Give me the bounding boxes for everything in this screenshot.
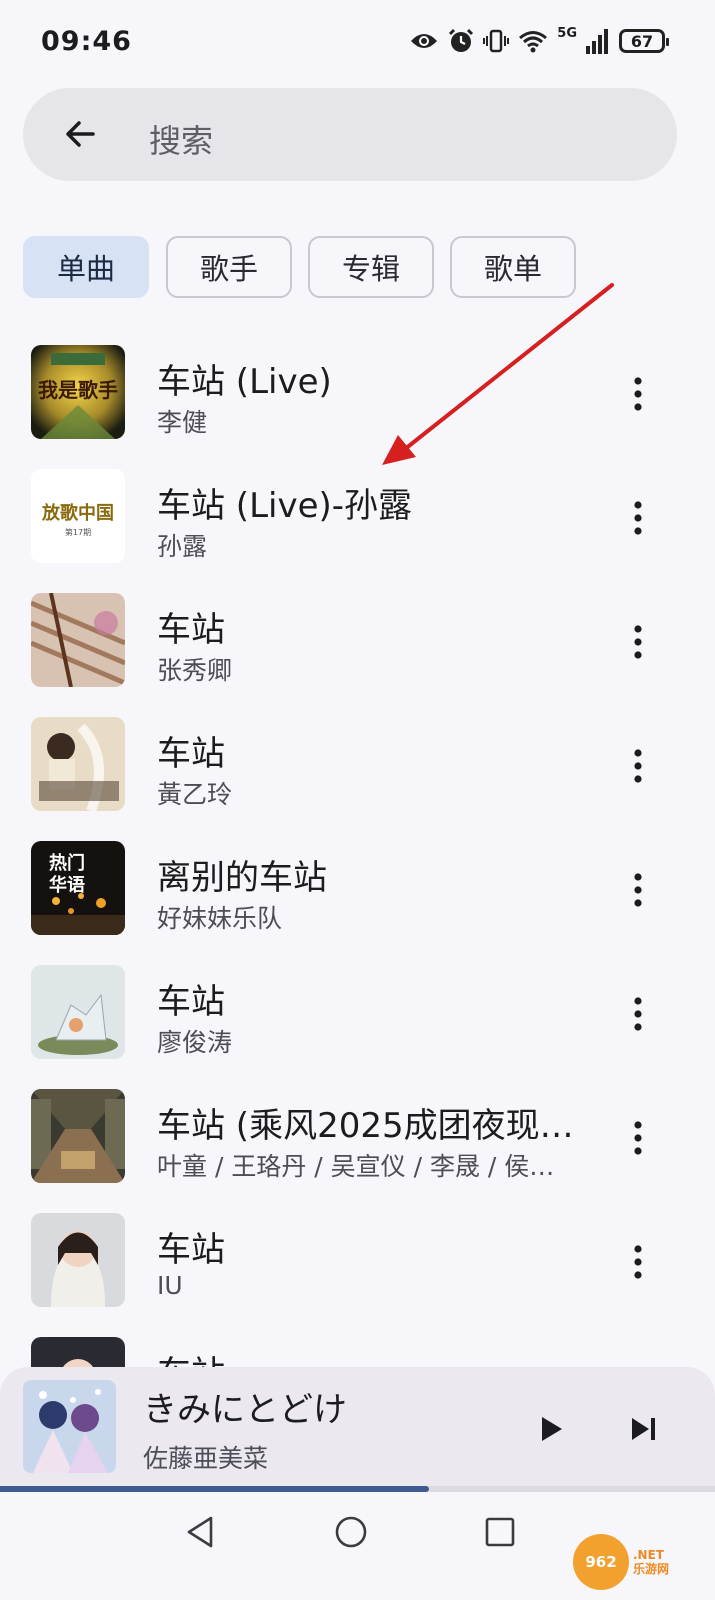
- cover-text: 热门: [49, 852, 85, 874]
- song-title: 车站: [157, 1230, 225, 1270]
- song-row[interactable]: 车站 廖俊涛: [0, 950, 715, 1074]
- song-row[interactable]: 放歌中国 第17期 车站 (Live)-孙露 孙露: [0, 454, 715, 578]
- cover-text-2: 华语: [49, 874, 85, 896]
- song-artist: IU: [157, 1271, 183, 1300]
- signal-icon: [586, 29, 608, 54]
- nav-recents-icon[interactable]: [482, 1514, 518, 1550]
- more-options-icon[interactable]: [625, 374, 651, 414]
- song-title: 车站 (Live): [157, 362, 332, 402]
- album-cover: 热门 华语: [31, 841, 125, 935]
- status-icons: 5G 67: [409, 25, 669, 56]
- song-artist: 张秀卿: [157, 656, 233, 685]
- song-title: 车站 (Live)-孙露: [157, 486, 413, 526]
- eye-icon: [411, 34, 438, 48]
- filter-chip-playlists[interactable]: 歌单: [450, 236, 576, 298]
- album-cover: 我是歌手: [31, 345, 125, 439]
- status-bar: 09:46 5G 67: [0, 0, 715, 80]
- watermark-badge: 962: [573, 1534, 629, 1590]
- filter-chip-songs[interactable]: 单曲: [23, 236, 149, 298]
- watermark-text-group: .NET 乐游网: [633, 1548, 669, 1576]
- network-label: 5G: [557, 25, 577, 41]
- song-title: 车站: [157, 734, 225, 774]
- song-row[interactable]: 车站 IU: [0, 1198, 715, 1322]
- song-artist: 黃乙玲: [157, 780, 233, 809]
- more-options-icon[interactable]: [625, 1118, 651, 1158]
- system-nav-bar: 962 .NET 乐游网: [0, 1492, 715, 1600]
- watermark-sub: 乐游网: [633, 1562, 670, 1576]
- song-artist: 好妹妹乐队: [157, 904, 283, 933]
- cover-text: 放歌中国: [41, 502, 114, 524]
- more-options-icon[interactable]: [625, 870, 651, 910]
- status-time: 09:46: [41, 26, 132, 57]
- cover-subtext: 第17期: [65, 527, 91, 537]
- song-row[interactable]: 车站: [0, 1322, 715, 1367]
- song-row[interactable]: 热门 华语 离别的车站 好妹妹乐队: [0, 826, 715, 950]
- album-cover: 放歌中国 第17期: [31, 469, 125, 563]
- back-arrow-icon[interactable]: [59, 112, 103, 156]
- song-list: 我是歌手 车站 (Live) 李健 放歌中国 第17期 车站 (Live)-孙露…: [0, 330, 715, 1367]
- song-row[interactable]: 车站 (乘风2025成团夜现… 叶童 / 王珞丹 / 吴宣仪 / 李晟 / 侯…: [0, 1074, 715, 1198]
- filter-chip-artists[interactable]: 歌手: [166, 236, 292, 298]
- nav-home-icon[interactable]: [333, 1514, 369, 1550]
- album-cover: [31, 965, 125, 1059]
- album-cover: [31, 1337, 125, 1367]
- search-input[interactable]: 搜索: [149, 116, 213, 162]
- song-artist: 叶童 / 王珞丹 / 吴宣仪 / 李晟 / 侯…: [157, 1152, 555, 1181]
- song-artist: 孙露: [157, 532, 208, 561]
- alarm-icon: [449, 28, 474, 52]
- watermark-logo: 962 .NET 乐游网: [573, 1532, 703, 1592]
- watermark-suffix: .NET: [633, 1548, 664, 1562]
- song-row[interactable]: 车站 张秀卿: [0, 578, 715, 702]
- more-options-icon[interactable]: [625, 1242, 651, 1282]
- filter-chip-albums[interactable]: 专辑: [308, 236, 434, 298]
- now-playing-cover: [23, 1380, 116, 1473]
- song-title: 车站: [157, 1346, 577, 1367]
- more-options-icon[interactable]: [625, 622, 651, 662]
- wifi-icon: [519, 31, 548, 53]
- cover-text: 我是歌手: [38, 378, 118, 402]
- song-artist: 廖俊涛: [157, 1028, 233, 1057]
- song-row[interactable]: 我是歌手 车站 (Live) 李健: [0, 330, 715, 454]
- mini-player[interactable]: きみにとどけ 佐藤亜美菜: [0, 1367, 715, 1492]
- album-cover: [31, 593, 125, 687]
- vibrate-icon: [483, 29, 510, 53]
- search-bar[interactable]: 搜索: [23, 88, 677, 181]
- now-playing-artist: 佐藤亜美菜: [143, 1444, 269, 1473]
- play-icon[interactable]: [534, 1412, 568, 1446]
- song-title: 车站 (乘风2025成团夜现…: [157, 1106, 574, 1146]
- album-cover: [31, 717, 125, 811]
- song-artist: 李健: [157, 408, 208, 437]
- more-options-icon[interactable]: [625, 994, 651, 1034]
- battery-level: 67: [630, 31, 654, 51]
- more-options-icon[interactable]: [625, 746, 651, 786]
- song-row[interactable]: 车站 黃乙玲: [0, 702, 715, 826]
- skip-next-icon[interactable]: [627, 1412, 661, 1446]
- album-cover: [31, 1213, 125, 1307]
- song-title: 车站: [157, 982, 225, 1022]
- song-title: 离别的车站: [157, 858, 327, 898]
- nav-back-icon[interactable]: [183, 1514, 219, 1550]
- more-options-icon[interactable]: [625, 498, 651, 538]
- now-playing-title: きみにとどけ: [143, 1390, 347, 1430]
- song-title: 车站: [157, 610, 225, 650]
- album-cover: [31, 1089, 125, 1183]
- battery-icon: 67: [619, 29, 669, 53]
